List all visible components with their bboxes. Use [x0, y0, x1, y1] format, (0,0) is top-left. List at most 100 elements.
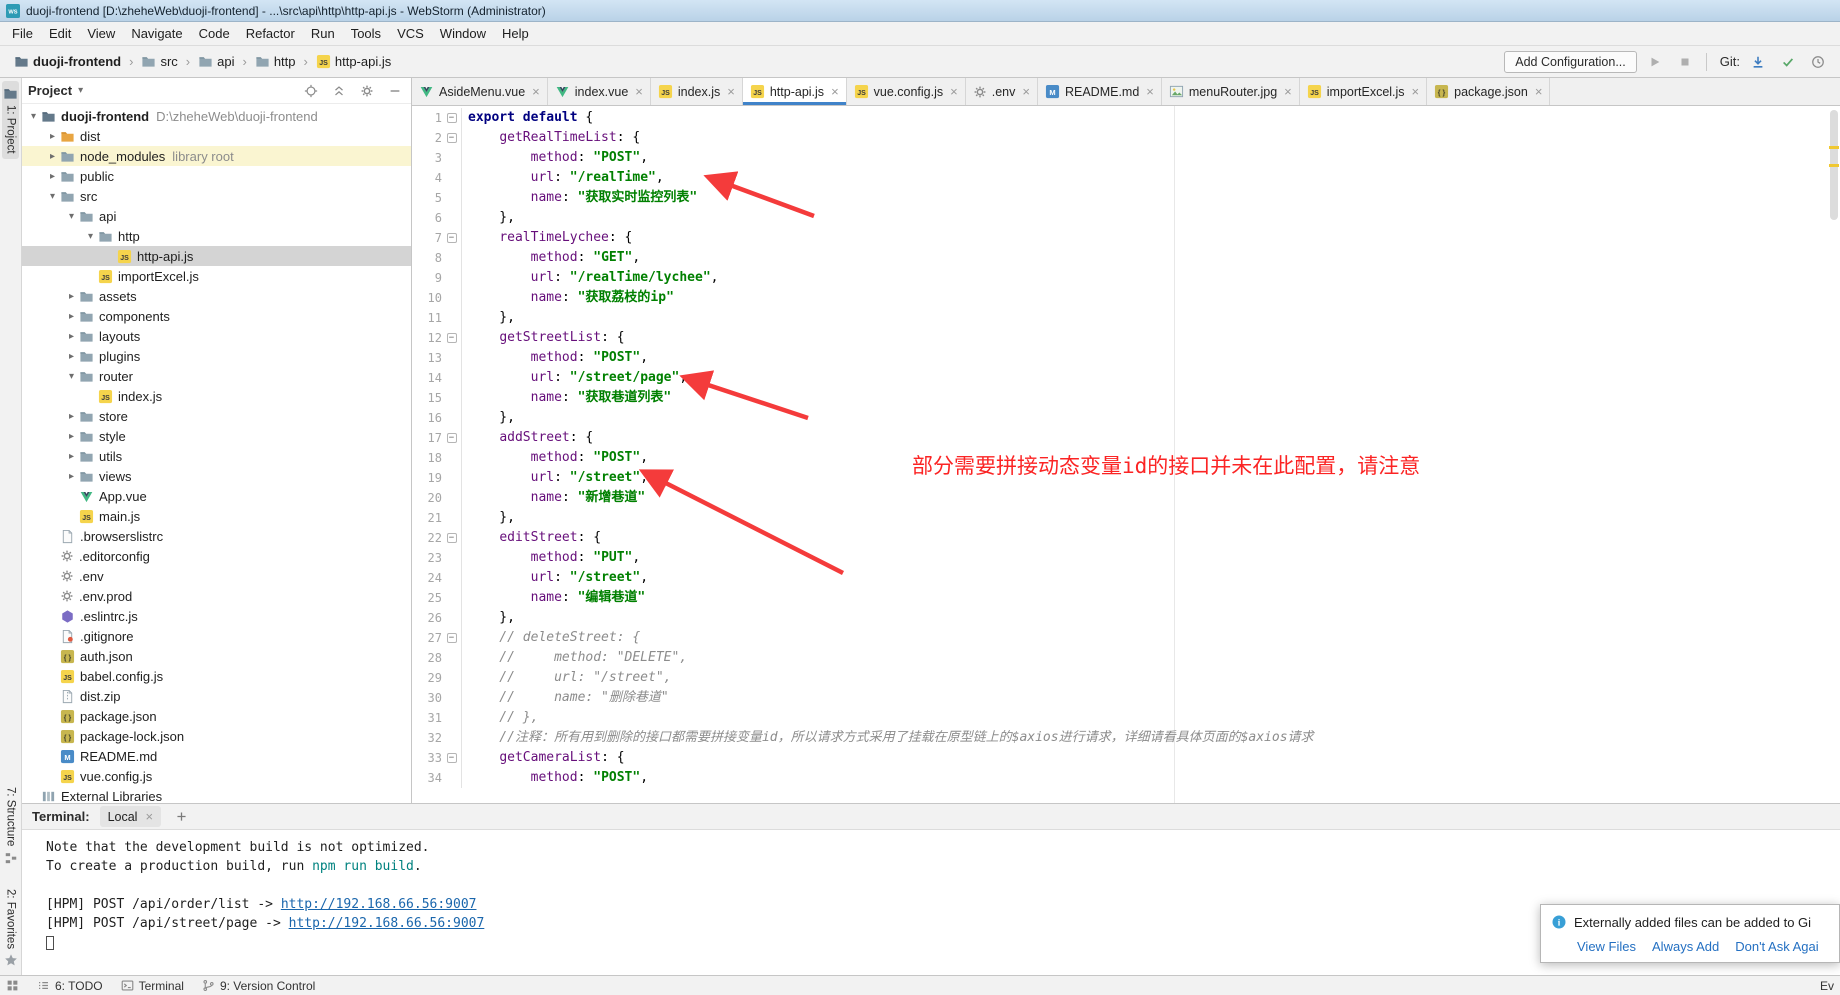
tree-item[interactable]: ▸assets — [22, 286, 411, 306]
terminal-link[interactable]: http://192.168.66.56:9007 — [289, 916, 485, 931]
fold-icon[interactable]: − — [447, 633, 457, 643]
tree-item[interactable]: ▾src — [22, 186, 411, 206]
code-editor[interactable]: 1−export default {2− getRealTimeList: { 3… — [412, 106, 1840, 803]
chevron-right-icon[interactable]: ▸ — [64, 451, 79, 462]
tab-http-api.js[interactable]: JShttp-api.js× — [743, 78, 847, 105]
tree-item[interactable]: ▾api — [22, 206, 411, 226]
tree-item[interactable]: dist.zip — [22, 686, 411, 706]
history-button[interactable] — [1806, 50, 1830, 74]
close-icon[interactable]: × — [1412, 84, 1420, 99]
tab-README.md[interactable]: MREADME.md× — [1038, 78, 1162, 105]
tree-item[interactable]: JShttp-api.js — [22, 246, 411, 266]
chevron-right-icon[interactable]: ▸ — [45, 131, 60, 142]
add-configuration-button[interactable]: Add Configuration... — [1504, 51, 1637, 73]
tree-item[interactable]: ▸style — [22, 426, 411, 446]
tree-item[interactable]: ▸plugins — [22, 346, 411, 366]
code-line[interactable]: 16 }, — [412, 408, 1840, 428]
code-line[interactable]: 33− getCameraList: { — [412, 748, 1840, 768]
hide-panel-button[interactable] — [385, 81, 405, 101]
tree-item[interactable]: ▸public — [22, 166, 411, 186]
breadcrumb-item[interactable]: JShttp-api.js — [312, 52, 395, 71]
code-line[interactable]: 30 // name: "删除巷道" — [412, 688, 1840, 708]
code-line[interactable]: 5 name: "获取实时监控列表" — [412, 188, 1840, 208]
tree-item[interactable]: External Libraries — [22, 786, 411, 803]
breadcrumb-item[interactable]: duoji-frontend — [10, 52, 125, 71]
close-icon[interactable]: × — [831, 84, 839, 99]
toolwindow-button[interactable]: 7: Structure — [3, 782, 19, 869]
code-line[interactable]: 29 // url: "/street", — [412, 668, 1840, 688]
tree-item[interactable]: ▸layouts — [22, 326, 411, 346]
chevron-down-icon[interactable]: ▾ — [26, 111, 41, 122]
notification-action[interactable]: View Files — [1577, 939, 1636, 954]
toolwindow-button[interactable]: 2: Favorites — [3, 884, 19, 972]
code-line[interactable]: 2− getRealTimeList: { — [412, 128, 1840, 148]
close-icon[interactable]: × — [635, 84, 643, 99]
menu-file[interactable]: File — [4, 23, 41, 44]
menu-view[interactable]: View — [79, 23, 123, 44]
status-item-terminal[interactable]: Terminal — [121, 979, 184, 993]
chevron-right-icon[interactable]: ▸ — [64, 311, 79, 322]
tree-item[interactable]: ▸utils — [22, 446, 411, 466]
tree-item[interactable]: JSindex.js — [22, 386, 411, 406]
code-line[interactable]: 10 name: "获取荔枝的ip" — [412, 288, 1840, 308]
notification-action[interactable]: Always Add — [1652, 939, 1719, 954]
tree-item[interactable]: JSimportExcel.js — [22, 266, 411, 286]
code-line[interactable]: 4 url: "/realTime", — [412, 168, 1840, 188]
tree-item[interactable]: ▸dist — [22, 126, 411, 146]
menu-refactor[interactable]: Refactor — [238, 23, 303, 44]
menu-vcs[interactable]: VCS — [389, 23, 432, 44]
tree-item[interactable]: ▾router — [22, 366, 411, 386]
tree-item[interactable]: .env — [22, 566, 411, 586]
tree-item[interactable]: { }auth.json — [22, 646, 411, 666]
tree-item[interactable]: ▾duoji-frontendD:\zheheWeb\duoji-fronten… — [22, 106, 411, 126]
chevron-right-icon[interactable]: ▸ — [45, 151, 60, 162]
tool-window-switcher-icon[interactable] — [6, 979, 19, 992]
tab-AsideMenu.vue[interactable]: AsideMenu.vue× — [412, 78, 548, 105]
code-line[interactable]: 24 url: "/street", — [412, 568, 1840, 588]
tree-item[interactable]: JSbabel.config.js — [22, 666, 411, 686]
code-line[interactable]: 31 // }, — [412, 708, 1840, 728]
fold-icon[interactable]: − — [447, 233, 457, 243]
menu-help[interactable]: Help — [494, 23, 537, 44]
breadcrumb-item[interactable]: api — [194, 52, 238, 71]
close-icon[interactable]: × — [1284, 84, 1292, 99]
terminal-tab-local[interactable]: Local × — [100, 806, 161, 827]
git-update-button[interactable] — [1746, 50, 1770, 74]
fold-icon[interactable]: − — [447, 113, 457, 123]
close-icon[interactable]: × — [1146, 84, 1154, 99]
chevron-right-icon[interactable]: ▸ — [64, 331, 79, 342]
notification-action[interactable]: Don't Ask Agai — [1735, 939, 1818, 954]
tab-menuRouter.jpg[interactable]: menuRouter.jpg× — [1162, 78, 1300, 105]
tree-item[interactable]: ▸store — [22, 406, 411, 426]
code-line[interactable]: 6 }, — [412, 208, 1840, 228]
tree-item[interactable]: .eslintrc.js — [22, 606, 411, 626]
locate-file-button[interactable] — [301, 81, 321, 101]
chevron-down-icon[interactable]: ▾ — [83, 231, 98, 242]
git-commit-button[interactable] — [1776, 50, 1800, 74]
chevron-down-icon[interactable]: ▾ — [64, 371, 79, 382]
breadcrumb-item[interactable]: src — [137, 52, 181, 71]
menu-code[interactable]: Code — [191, 23, 238, 44]
code-line[interactable]: 1−export default { — [412, 108, 1840, 128]
stop-button[interactable] — [1673, 50, 1697, 74]
tab-package.json[interactable]: { }package.json× — [1427, 78, 1550, 105]
code-line[interactable]: 11 }, — [412, 308, 1840, 328]
close-icon[interactable]: × — [1535, 84, 1543, 99]
code-line[interactable]: 34 method: "POST", — [412, 768, 1840, 788]
code-line[interactable]: 22− editStreet: { — [412, 528, 1840, 548]
tree-item[interactable]: MREADME.md — [22, 746, 411, 766]
terminal-link[interactable]: http://192.168.66.56:9007 — [281, 897, 477, 912]
close-icon[interactable]: × — [145, 809, 153, 824]
tree-item[interactable]: JSvue.config.js — [22, 766, 411, 786]
tree-item[interactable]: .editorconfig — [22, 546, 411, 566]
code-line[interactable]: 27− // deleteStreet: { — [412, 628, 1840, 648]
close-icon[interactable]: × — [1022, 84, 1030, 99]
code-line[interactable]: 17− addStreet: { — [412, 428, 1840, 448]
tree-item[interactable]: .browserslistrc — [22, 526, 411, 546]
code-line[interactable]: 20 name: "新增巷道" — [412, 488, 1840, 508]
code-line[interactable]: 25 name: "编辑巷道" — [412, 588, 1840, 608]
close-icon[interactable]: × — [950, 84, 958, 99]
chevron-right-icon[interactable]: ▸ — [64, 471, 79, 482]
status-item-todo[interactable]: 6: TODO — [37, 979, 103, 993]
chevron-right-icon[interactable]: ▸ — [64, 431, 79, 442]
